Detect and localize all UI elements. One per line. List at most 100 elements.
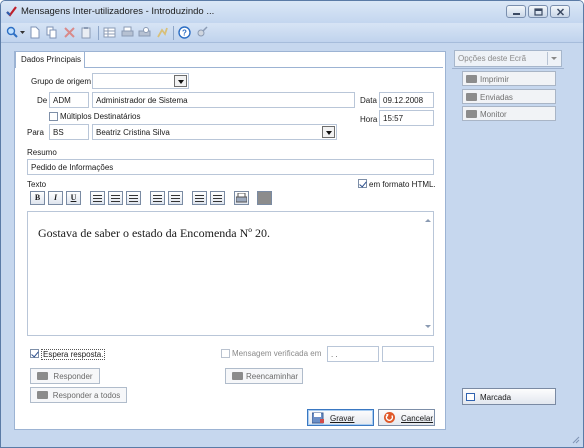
color-picker-button[interactable] xyxy=(257,191,272,205)
underline-button[interactable]: U xyxy=(66,191,81,205)
indent-icon xyxy=(213,195,222,202)
responder-button[interactable]: Responder xyxy=(30,368,100,384)
sent-folder-icon xyxy=(466,93,477,101)
align-center-icon xyxy=(111,195,120,202)
toolbar: ? xyxy=(1,23,583,43)
verificada-time-field[interactable] xyxy=(382,346,434,362)
print-icon xyxy=(466,75,477,83)
numbered-list-icon xyxy=(153,195,162,202)
minimize-button[interactable] xyxy=(506,5,526,18)
export-icon[interactable] xyxy=(156,26,169,39)
data-label: Data xyxy=(360,96,377,105)
data-field[interactable]: 09.12.2008 xyxy=(379,92,434,108)
toolbar-separator xyxy=(173,26,174,40)
screen-options-label: Opções deste Ecrã xyxy=(458,54,527,63)
window-title: Mensagens Inter-utilizadores - Introduzi… xyxy=(21,6,215,17)
side-divider xyxy=(452,68,564,69)
close-button[interactable] xyxy=(550,5,570,18)
bullet-list-button[interactable] xyxy=(168,191,183,205)
imprimir-button[interactable]: Imprimir xyxy=(462,71,556,86)
hora-field[interactable]: 15:57 xyxy=(379,110,434,126)
cancelar-button[interactable]: Cancelar xyxy=(378,409,435,426)
espera-resposta-checkbox[interactable] xyxy=(30,349,39,358)
verificada-date-field[interactable]: . . xyxy=(327,346,379,362)
new-document-icon[interactable] xyxy=(28,26,41,39)
verificada-checkbox[interactable] xyxy=(221,349,230,358)
chevron-down-icon[interactable] xyxy=(547,52,560,65)
reply-icon xyxy=(37,372,48,380)
maximize-button[interactable] xyxy=(528,5,548,18)
gravar-button[interactable]: Gravar xyxy=(307,409,374,426)
resumo-label: Resumo xyxy=(27,148,57,157)
enviadas-button[interactable]: Enviadas xyxy=(462,89,556,104)
monitor-button[interactable]: Monitor xyxy=(462,106,556,121)
align-left-icon xyxy=(93,195,102,202)
help-icon[interactable]: ? xyxy=(178,26,191,39)
italic-button[interactable]: I xyxy=(48,191,63,205)
responder-todos-button[interactable]: Responder a todos xyxy=(30,387,127,403)
para-name-combo[interactable]: Beatriz Cristina Silva xyxy=(92,124,337,140)
hora-label: Hora xyxy=(360,115,378,124)
minimize-icon xyxy=(513,13,520,15)
indent-button[interactable] xyxy=(210,191,225,205)
cancel-icon xyxy=(384,412,395,423)
grupo-combo[interactable] xyxy=(92,73,189,89)
multiplos-label: Múltiplos Destinatários xyxy=(60,112,141,121)
para-code-field[interactable]: BS xyxy=(49,124,89,140)
html-format-label: em formato HTML. xyxy=(369,180,436,189)
screen-options-dropdown[interactable]: Opções deste Ecrã xyxy=(454,50,562,67)
print-icon xyxy=(236,193,247,203)
scroll-down-icon[interactable] xyxy=(425,325,431,328)
chevron-down-icon[interactable] xyxy=(322,126,335,138)
align-right-button[interactable] xyxy=(126,191,141,205)
editor-scrollbar[interactable] xyxy=(422,212,433,335)
gravar-label: Gravar xyxy=(330,414,355,423)
multiplos-checkbox[interactable] xyxy=(49,112,58,121)
html-format-checkbox[interactable] xyxy=(358,179,367,188)
print-icon[interactable] xyxy=(121,26,134,39)
para-label: Para xyxy=(27,128,44,137)
copy-icon[interactable] xyxy=(45,26,58,39)
align-left-button[interactable] xyxy=(90,191,105,205)
tab-dados-principais[interactable]: Dados Principais xyxy=(15,51,85,68)
grupo-label: Grupo de origem xyxy=(31,77,92,86)
verificada-label: Mensagem verificada em xyxy=(232,349,322,358)
monitor-icon xyxy=(466,110,477,118)
close-icon xyxy=(556,8,565,16)
responder-todos-label: Responder a todos xyxy=(52,391,121,400)
de-code-field[interactable]: ADM xyxy=(49,92,89,108)
marcada-button[interactable]: Marcada xyxy=(462,388,556,405)
delete-icon[interactable] xyxy=(63,26,76,39)
chevron-down-icon[interactable] xyxy=(174,75,187,87)
bullet-list-icon xyxy=(171,195,180,202)
tools-icon[interactable] xyxy=(196,26,209,39)
forward-icon xyxy=(232,372,243,380)
scroll-up-icon[interactable] xyxy=(425,219,431,222)
marcada-label: Marcada xyxy=(480,393,512,402)
bold-button[interactable]: B xyxy=(30,191,45,205)
save-icon xyxy=(312,412,324,424)
resize-grip-icon[interactable] xyxy=(571,435,580,444)
numbered-list-button[interactable] xyxy=(150,191,165,205)
paste-icon[interactable] xyxy=(80,26,93,39)
outdent-button[interactable] xyxy=(192,191,207,205)
align-right-icon xyxy=(129,195,138,202)
monitor-label: Monitor xyxy=(480,110,507,119)
title-bar[interactable]: Mensagens Inter-utilizadores - Introduzi… xyxy=(1,1,583,23)
de-name-field[interactable]: Administrador de Sistema xyxy=(92,92,355,108)
message-body-text: Gostava de saber o estado da Encomenda N… xyxy=(38,226,270,240)
resumo-field[interactable]: Pedido de Informações xyxy=(27,159,434,175)
reencaminhar-button[interactable]: Reencaminhar xyxy=(225,368,303,384)
search-dropdown-icon[interactable] xyxy=(20,31,25,35)
para-name-value: Beatriz Cristina Silva xyxy=(96,128,170,137)
enviadas-label: Enviadas xyxy=(480,93,513,102)
checkmark-app-icon xyxy=(6,6,17,17)
message-body-editor[interactable]: Gostava de saber o estado da Encomenda N… xyxy=(27,211,434,336)
align-center-button[interactable] xyxy=(108,191,123,205)
search-icon[interactable] xyxy=(6,26,19,39)
grid-icon[interactable] xyxy=(103,26,116,39)
print-text-button[interactable] xyxy=(234,191,249,205)
imprimir-label: Imprimir xyxy=(480,75,509,84)
message-window: Mensagens Inter-utilizadores - Introduzi… xyxy=(0,0,584,448)
print-preview-icon[interactable] xyxy=(138,26,151,39)
